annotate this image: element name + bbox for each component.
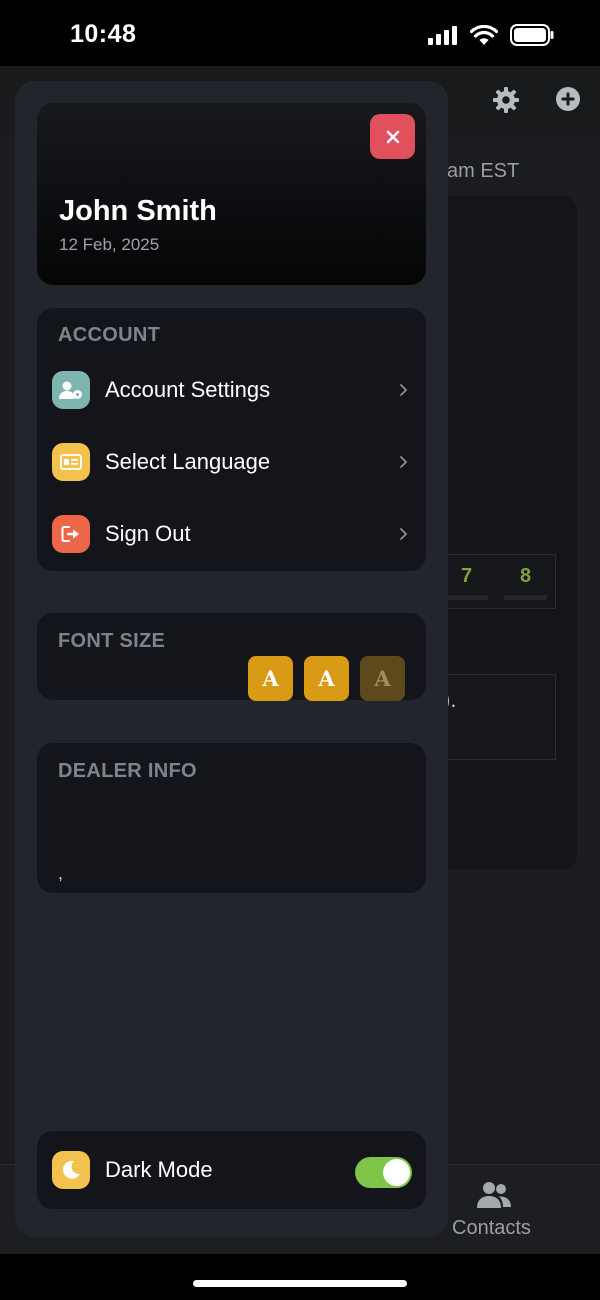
- add-icon[interactable]: [555, 86, 581, 112]
- select-language-item[interactable]: Select Language: [52, 434, 412, 490]
- section-title: ACCOUNT: [58, 324, 161, 346]
- background-number-row: 7 8: [436, 554, 556, 609]
- background-number[interactable]: 8: [496, 555, 555, 608]
- tab-contacts[interactable]: Contacts: [452, 1217, 531, 1240]
- section-title: FONT SIZE: [58, 630, 166, 652]
- close-button[interactable]: [370, 114, 415, 159]
- background-card: [430, 196, 577, 870]
- profile-card: John Smith 12 Feb, 2025: [37, 103, 426, 285]
- close-icon: [386, 130, 399, 143]
- language-card-icon: [52, 443, 90, 481]
- sign-out-item[interactable]: Sign Out: [52, 506, 412, 562]
- menu-label: Select Language: [105, 449, 271, 474]
- menu-label: Sign Out: [105, 521, 191, 546]
- home-indicator-area: [0, 1254, 600, 1300]
- status-time: 10:48: [70, 20, 137, 48]
- dark-mode-toggle[interactable]: [355, 1157, 412, 1188]
- cellular-signal-icon: [428, 26, 457, 45]
- status-icons: [428, 24, 554, 46]
- gear-icon[interactable]: [492, 86, 520, 114]
- chevron-right-icon: [400, 528, 408, 540]
- account-settings-item[interactable]: Account Settings: [52, 362, 412, 418]
- menu-label: Account Settings: [105, 377, 271, 402]
- background-text-box: ).: [436, 674, 556, 760]
- side-drawer: John Smith 12 Feb, 2025 ACCOUNT Account …: [15, 81, 448, 1237]
- sign-out-icon: [52, 515, 90, 553]
- font-size-medium-button[interactable]: A: [304, 656, 349, 701]
- font-size-large-button[interactable]: A: [360, 656, 405, 701]
- moon-icon: [52, 1151, 90, 1189]
- dealer-info-section: DEALER INFO ,: [37, 743, 426, 893]
- font-size-small-button[interactable]: A: [248, 656, 293, 701]
- background-time-text: am EST: [447, 160, 520, 182]
- status-bar: 10:48: [0, 0, 600, 66]
- font-size-buttons: A A A: [248, 656, 405, 701]
- wifi-icon: [470, 24, 498, 45]
- dealer-info-value: ,: [58, 863, 64, 883]
- chevron-right-icon: [400, 384, 408, 396]
- profile-date: 12 Feb, 2025: [59, 235, 160, 254]
- battery-icon: [510, 24, 554, 46]
- profile-name: John Smith: [59, 195, 217, 227]
- account-section: ACCOUNT Account Settings Select Language…: [37, 308, 426, 571]
- contacts-icon[interactable]: [477, 1181, 511, 1209]
- toggle-knob: [383, 1159, 410, 1186]
- dark-mode-section: Dark Mode: [37, 1131, 426, 1209]
- section-title: DEALER INFO: [58, 760, 197, 782]
- home-indicator[interactable]: [193, 1280, 407, 1287]
- user-gear-icon: [52, 371, 90, 409]
- chevron-right-icon: [400, 456, 408, 468]
- font-size-section: FONT SIZE A A A: [37, 613, 426, 701]
